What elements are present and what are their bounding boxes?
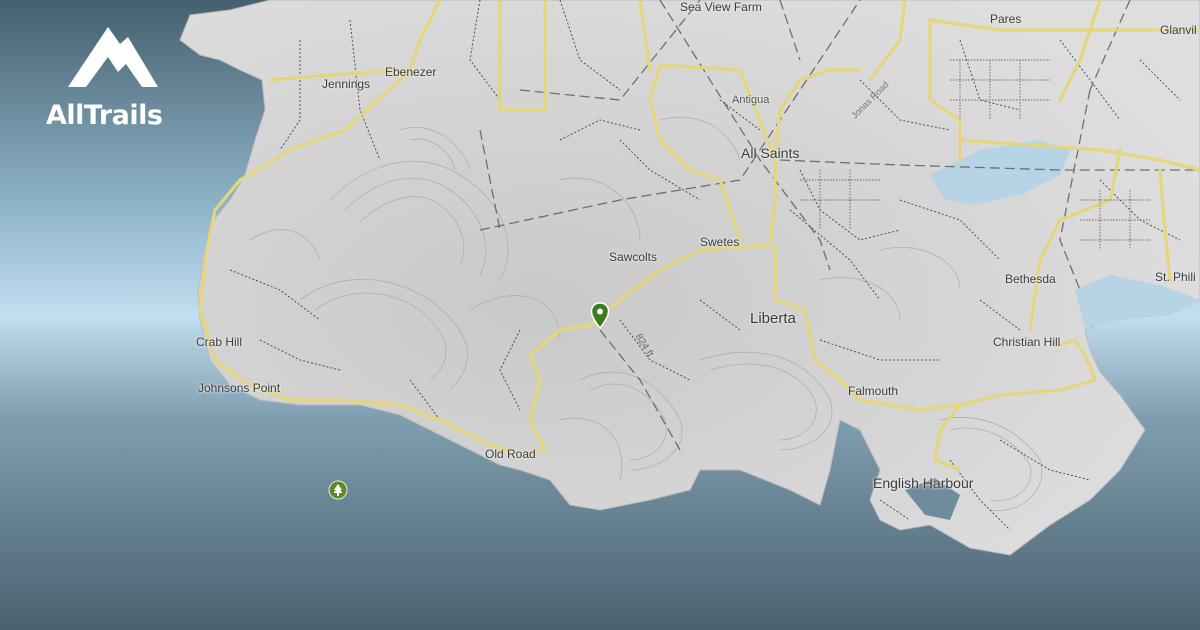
place-johnsons-point: Johnsons Point bbox=[198, 381, 281, 395]
place-all-saints: All Saints bbox=[741, 145, 800, 161]
tree-icon[interactable] bbox=[328, 480, 348, 500]
mountain-logo-icon bbox=[68, 27, 158, 87]
place-jennings: Jennings bbox=[322, 77, 371, 91]
alltrails-logo[interactable]: AllTrails bbox=[40, 22, 180, 132]
place-ebenezer: Ebenezer bbox=[385, 65, 437, 79]
place-falmouth: Falmouth bbox=[848, 384, 899, 398]
brand-name: AllTrails bbox=[46, 100, 163, 131]
place-old-road: Old Road bbox=[485, 447, 536, 461]
place-christian-hill: Christian Hill bbox=[993, 335, 1061, 349]
map-pin-icon[interactable] bbox=[590, 302, 610, 330]
place-english-harbour: English Harbour bbox=[873, 475, 974, 491]
place-crab-hill: Crab Hill bbox=[196, 335, 243, 349]
place-glanvil: Glanvil bbox=[1160, 23, 1197, 37]
place-bethesda: Bethesda bbox=[1005, 272, 1056, 286]
place-pares: Pares bbox=[990, 12, 1022, 26]
place-swetes: Swetes bbox=[700, 235, 740, 249]
place-sea-view-farm: Sea View Farm bbox=[680, 0, 762, 14]
place-sawcolts: Sawcolts bbox=[609, 250, 658, 264]
place-antigua: Antigua bbox=[732, 94, 770, 106]
place-st-phili: St. Phili bbox=[1155, 270, 1196, 284]
place-liberta: Liberta bbox=[750, 310, 796, 327]
